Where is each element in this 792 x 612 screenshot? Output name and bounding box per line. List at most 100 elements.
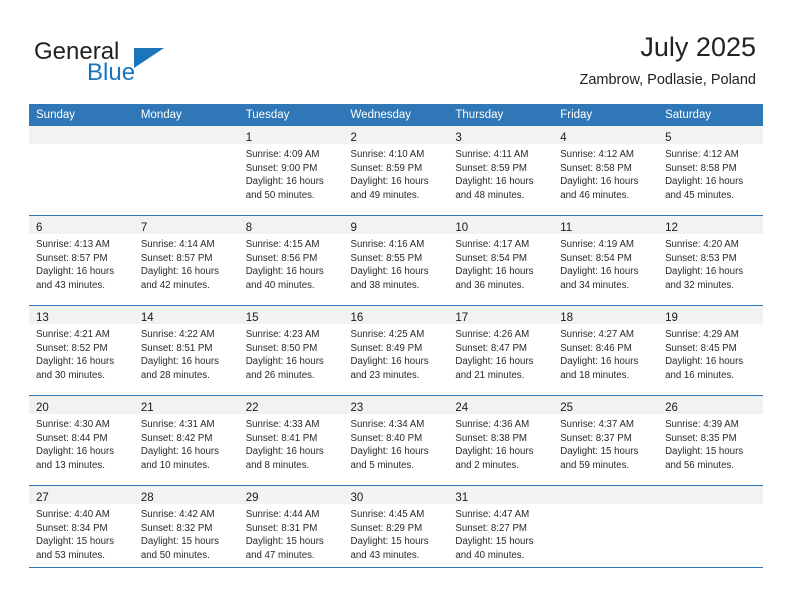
day-number-strip: 21 xyxy=(133,396,239,414)
calendar-cell[interactable]: 30 Sunrise: 4:45 AM Sunset: 8:29 PM Dayligh… xyxy=(343,485,449,575)
calendar-table: Sunday Monday Tuesday Wednesday Thursday… xyxy=(29,104,763,575)
day-cell: 18 Sunrise: 4:27 AM Sunset: 8:46 PM Dayligh… xyxy=(553,306,659,395)
day-number-strip: 24 xyxy=(448,396,554,414)
calendar-cell[interactable]: 2 Sunrise: 4:10 AM Sunset: 8:59 PM Daylight… xyxy=(343,126,449,216)
weekday-header-friday: Friday xyxy=(553,104,659,126)
title-block: July 2025 Zambrow, Podlasie, Poland xyxy=(579,30,756,90)
day-info: Sunrise: 4:30 AM Sunset: 8:44 PM Daylight:… xyxy=(29,414,134,472)
day-cell: 10 Sunrise: 4:17 AM Sunset: 8:54 PM Dayligh… xyxy=(448,216,554,305)
calendar-cell[interactable]: 5 Sunrise: 4:12 AM Sunset: 8:58 PM Daylight… xyxy=(658,126,763,216)
sunset-text: Sunset: 8:55 PM xyxy=(350,252,423,264)
calendar-cell[interactable]: 28 Sunrise: 4:42 AM Sunset: 8:32 PM Dayligh… xyxy=(133,485,239,575)
calendar-cell[interactable]: 21 Sunrise: 4:31 AM Sunset: 8:42 PM Dayligh… xyxy=(133,395,239,486)
day-number: 1 xyxy=(245,132,253,144)
calendar-cell[interactable]: 31 Sunrise: 4:47 AM Sunset: 8:27 PM Dayligh… xyxy=(448,485,554,575)
sunrise-text: Sunrise: 4:34 AM xyxy=(350,419,425,430)
day-number-strip: 7 xyxy=(133,216,239,234)
sunset-text: Sunset: 8:54 PM xyxy=(455,252,527,264)
day-number-strip: 3 xyxy=(448,126,554,144)
sunset-text: Sunset: 8:45 PM xyxy=(665,342,737,354)
calendar-week-row: 13 Sunrise: 4:21 AM Sunset: 8:52 PM Dayligh… xyxy=(29,305,763,396)
sunset-text: Sunset: 8:31 PM xyxy=(245,522,318,534)
calendar-cell[interactable]: 9 Sunrise: 4:16 AM Sunset: 8:55 PM Daylight… xyxy=(343,215,449,306)
day-number-strip: 26 xyxy=(658,396,763,414)
calendar-cell[interactable]: 1 Sunrise: 4:09 AM Sunset: 9:00 PM Daylight… xyxy=(238,126,344,216)
day-number: 23 xyxy=(350,402,364,414)
day-number: 11 xyxy=(560,222,573,234)
day-info: Sunrise: 4:27 AM Sunset: 8:46 PM Daylight:… xyxy=(553,324,658,382)
day-info: Sunrise: 4:19 AM Sunset: 8:54 PM Daylight:… xyxy=(553,234,658,292)
calendar-cell[interactable]: 27 Sunrise: 4:40 AM Sunset: 8:34 PM Dayligh… xyxy=(29,485,134,575)
sunset-text: Sunset: 8:54 PM xyxy=(560,252,632,264)
calendar-cell[interactable]: 3 Sunrise: 4:11 AM Sunset: 8:59 PM Daylight… xyxy=(448,126,554,216)
day-number-strip: 9 xyxy=(343,216,449,234)
day-number-strip: 2 xyxy=(343,126,449,144)
day-number-strip: 22 xyxy=(238,396,344,414)
day-cell: 5 Sunrise: 4:12 AM Sunset: 8:58 PM Daylight… xyxy=(658,126,763,215)
calendar-cell[interactable]: 10 Sunrise: 4:17 AM Sunset: 8:54 PM Dayligh… xyxy=(448,215,554,306)
day-number: 9 xyxy=(350,222,357,234)
calendar-cell[interactable]: 12 Sunrise: 4:20 AM Sunset: 8:53 PM Dayligh… xyxy=(658,215,763,306)
calendar-cell[interactable]: 29 Sunrise: 4:44 AM Sunset: 8:31 PM Dayligh… xyxy=(238,485,344,575)
sunrise-text: Sunrise: 4:20 AM xyxy=(665,239,739,250)
calendar-cell[interactable]: 15 Sunrise: 4:23 AM Sunset: 8:50 PM Dayligh… xyxy=(238,305,344,396)
day-cell: 11 Sunrise: 4:19 AM Sunset: 8:54 PM Dayligh… xyxy=(553,216,659,305)
page-header: General Blue July 2025 Zambrow, Podlasie… xyxy=(0,0,792,100)
calendar-cell[interactable]: 22 Sunrise: 4:33 AM Sunset: 8:41 PM Dayligh… xyxy=(238,395,344,486)
day-info: Sunrise: 4:16 AM Sunset: 8:55 PM Daylight:… xyxy=(344,234,449,292)
sunset-text: Sunset: 8:42 PM xyxy=(140,432,213,444)
weekday-header-wednesday: Wednesday xyxy=(343,104,449,126)
calendar-cell[interactable]: 19 Sunrise: 4:29 AM Sunset: 8:45 PM Dayligh… xyxy=(658,305,763,396)
calendar-cell[interactable]: 13 Sunrise: 4:21 AM Sunset: 8:52 PM Dayligh… xyxy=(29,305,134,396)
calendar-cell[interactable]: 16 Sunrise: 4:25 AM Sunset: 8:49 PM Dayligh… xyxy=(343,305,449,396)
day-number-strip: 14 xyxy=(133,306,239,324)
calendar-cell[interactable]: 17 Sunrise: 4:26 AM Sunset: 8:47 PM Dayligh… xyxy=(448,305,554,396)
sunrise-text: Sunrise: 4:40 AM xyxy=(36,509,110,520)
weekday-header-tuesday: Tuesday xyxy=(238,104,344,126)
weekday-header-monday: Monday xyxy=(133,104,239,126)
day-number-strip: 27 xyxy=(29,486,134,504)
day-cell: 14 Sunrise: 4:22 AM Sunset: 8:51 PM Dayligh… xyxy=(133,306,239,395)
day-cell xyxy=(29,126,134,215)
sunset-text: Sunset: 9:00 PM xyxy=(245,162,318,174)
sunset-text: Sunset: 8:58 PM xyxy=(560,162,632,174)
calendar-cell[interactable]: 23 Sunrise: 4:34 AM Sunset: 8:40 PM Dayligh… xyxy=(343,395,449,486)
brand-logo[interactable]: General Blue xyxy=(34,38,254,90)
weekday-header-saturday: Saturday xyxy=(658,104,763,126)
day-number: 19 xyxy=(665,312,678,324)
day-info: Sunrise: 4:21 AM Sunset: 8:52 PM Daylight:… xyxy=(29,324,134,382)
daylight-text: Daylight: 16 hours and 32 minutes. xyxy=(665,266,744,291)
day-number: 28 xyxy=(140,492,154,504)
calendar-week-row: 20 Sunrise: 4:30 AM Sunset: 8:44 PM Dayligh… xyxy=(29,395,763,486)
calendar-cell[interactable]: 7 Sunrise: 4:14 AM Sunset: 8:57 PM Daylight… xyxy=(133,215,239,306)
calendar-cell[interactable]: 25 Sunrise: 4:37 AM Sunset: 8:37 PM Dayligh… xyxy=(553,395,659,486)
calendar-cell[interactable]: 6 Sunrise: 4:13 AM Sunset: 8:57 PM Daylight… xyxy=(29,215,134,306)
calendar-cell[interactable]: 8 Sunrise: 4:15 AM Sunset: 8:56 PM Daylight… xyxy=(238,215,344,306)
calendar-cell[interactable]: 26 Sunrise: 4:39 AM Sunset: 8:35 PM Dayligh… xyxy=(658,395,763,486)
day-cell: 31 Sunrise: 4:47 AM Sunset: 8:27 PM Dayligh… xyxy=(448,486,554,575)
day-number: 29 xyxy=(245,492,259,504)
daylight-text: Daylight: 16 hours and 26 minutes. xyxy=(245,356,324,381)
day-number-strip: 10 xyxy=(448,216,554,234)
sunrise-text: Sunrise: 4:25 AM xyxy=(350,329,425,340)
day-number: 27 xyxy=(36,492,49,504)
day-info: Sunrise: 4:26 AM Sunset: 8:47 PM Daylight:… xyxy=(448,324,553,382)
calendar-cell[interactable]: 4 Sunrise: 4:12 AM Sunset: 8:58 PM Daylight… xyxy=(553,126,659,216)
calendar-cell[interactable]: 20 Sunrise: 4:30 AM Sunset: 8:44 PM Dayligh… xyxy=(29,395,134,486)
calendar-cell[interactable]: 24 Sunrise: 4:36 AM Sunset: 8:38 PM Dayligh… xyxy=(448,395,554,486)
sunrise-text: Sunrise: 4:27 AM xyxy=(560,329,634,340)
day-number: 26 xyxy=(665,402,678,414)
sunset-text: Sunset: 8:50 PM xyxy=(245,342,318,354)
day-number-strip: 18 xyxy=(553,306,659,324)
day-cell: 27 Sunrise: 4:40 AM Sunset: 8:34 PM Dayligh… xyxy=(29,486,134,575)
calendar-cell[interactable]: 18 Sunrise: 4:27 AM Sunset: 8:46 PM Dayligh… xyxy=(553,305,659,396)
weekday-header-sunday: Sunday xyxy=(29,104,134,126)
daylight-text: Daylight: 16 hours and 13 minutes. xyxy=(36,446,115,471)
sunrise-text: Sunrise: 4:29 AM xyxy=(665,329,739,340)
daylight-text: Daylight: 16 hours and 2 minutes. xyxy=(455,446,534,471)
sunset-text: Sunset: 8:27 PM xyxy=(455,522,527,534)
daylight-text: Daylight: 16 hours and 43 minutes. xyxy=(36,266,115,291)
calendar-cell[interactable]: 14 Sunrise: 4:22 AM Sunset: 8:51 PM Dayligh… xyxy=(133,305,239,396)
calendar-cell[interactable]: 11 Sunrise: 4:19 AM Sunset: 8:54 PM Dayligh… xyxy=(553,215,659,306)
day-info: Sunrise: 4:39 AM Sunset: 8:35 PM Daylight:… xyxy=(658,414,763,472)
